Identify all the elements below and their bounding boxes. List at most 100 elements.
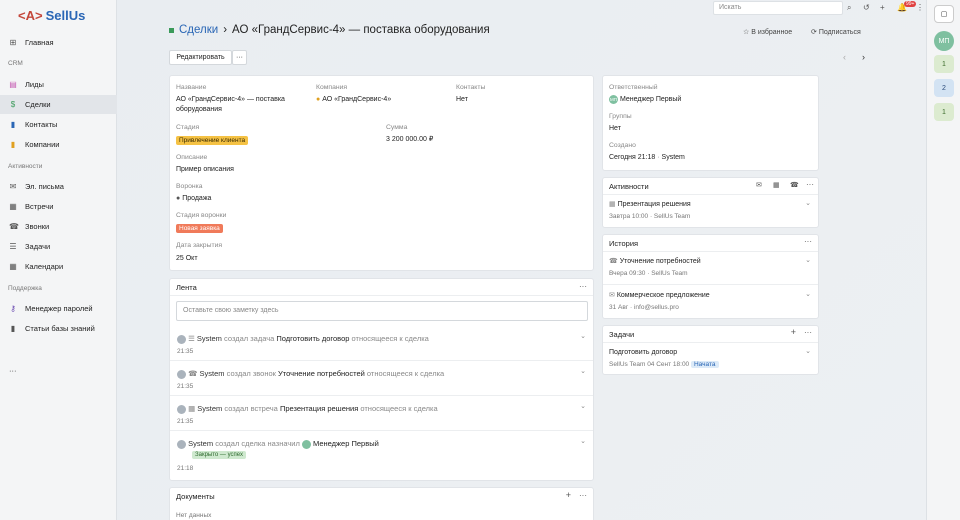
calendar-icon: ▦: [609, 201, 616, 208]
chevron-down-icon[interactable]: ⌄: [580, 402, 586, 410]
sidebar-item-calendars[interactable]: ▦ Календари: [0, 257, 117, 276]
responsible-name: Менеджер Первый: [619, 96, 682, 103]
name-value-line1: АО «ГрандСервис-4» — поставка: [176, 96, 285, 103]
feed-item-text: System создал сделка назначил Менеджер П…: [177, 439, 379, 449]
feed-time: 21:18: [177, 465, 194, 472]
avatar: [177, 334, 186, 344]
funnel-stage-badge[interactable]: Новая заявка: [176, 224, 223, 233]
stage-badge[interactable]: Привлечение клиента: [176, 136, 249, 145]
plus-icon[interactable]: +: [880, 3, 885, 12]
feed-object[interactable]: Презентация решения: [280, 404, 358, 413]
edit-button[interactable]: Редактировать: [169, 50, 232, 65]
chevron-down-icon[interactable]: ⌄: [805, 256, 811, 264]
stage-label: Стадия: [176, 124, 200, 131]
history-time: Вчера 09:30: [609, 270, 646, 277]
chevron-down-icon[interactable]: ⌄: [805, 290, 811, 298]
documents-title: Документы: [176, 492, 215, 501]
sidebar-item-label: Встречи: [25, 202, 54, 211]
sidebar-item-contacts[interactable]: ▮ Контакты: [0, 115, 117, 134]
status-badge: Закрыто — успех: [192, 451, 246, 459]
sidebar-more[interactable]: ···: [0, 361, 117, 380]
sidebar-item-label: Календари: [25, 262, 64, 271]
feed-title: Лента: [170, 279, 593, 296]
history-item[interactable]: ✉ Коммерческое предложение: [609, 291, 710, 301]
feed-item: ☰ System создал задача Подготовить догов…: [170, 326, 593, 361]
phone-icon[interactable]: ☎: [790, 181, 799, 189]
history-icon[interactable]: ↺: [863, 3, 870, 12]
prev-arrow-icon[interactable]: ‹: [843, 52, 846, 62]
sidebar-item-leads[interactable]: ▤ Лиды: [0, 75, 117, 94]
sidebar-item-meetings[interactable]: ▦ Встречи: [0, 197, 117, 216]
sidebar-item-label: Звонки: [25, 222, 50, 231]
key-icon: ⚷: [10, 303, 16, 313]
add-task-icon[interactable]: +: [791, 327, 796, 337]
feed-time: 21:35: [177, 418, 194, 425]
responsible-value[interactable]: МП Менеджер Первый: [609, 95, 681, 105]
feed-time: 21:35: [177, 348, 194, 355]
task-item-title[interactable]: Подготовить договор: [609, 348, 677, 358]
rail-counter[interactable]: 2: [934, 79, 954, 97]
chevron-down-icon[interactable]: ⌄: [805, 347, 811, 355]
feed-tail: относящееся к сделка: [360, 404, 438, 413]
chat-icon[interactable]: ▢: [934, 5, 954, 23]
logo-text: SellUs: [45, 8, 86, 23]
company-name: АО «ГрандСервис-4»: [322, 96, 392, 103]
more-button[interactable]: ···: [232, 50, 247, 65]
description-value: Пример описания: [176, 166, 234, 173]
feed-object[interactable]: Подготовить договор: [276, 334, 349, 343]
app-logo[interactable]: <A> SellUs: [18, 8, 85, 23]
activity-item[interactable]: ▦ Презентация решения: [609, 200, 691, 210]
feed-actor: System: [197, 404, 223, 413]
calendar-icon: ▦: [9, 201, 17, 211]
deal-status-icon: [169, 27, 174, 33]
feed-more-icon[interactable]: ···: [579, 282, 587, 291]
sidebar-item-label: Лиды: [25, 80, 44, 89]
chevron-down-icon[interactable]: ⌄: [580, 437, 586, 445]
rail-counter[interactable]: 1: [934, 55, 954, 73]
mail-icon[interactable]: ✉: [756, 181, 762, 189]
sidebar-item-label: Задачи: [25, 242, 51, 251]
company-value[interactable]: ● АО «ГрандСервис-4»: [316, 95, 391, 105]
subscribe-button[interactable]: ⟳ Подписаться: [811, 28, 861, 36]
feed-object[interactable]: Менеджер Первый: [313, 439, 379, 448]
documents-card: Документы + ··· Нет данных: [169, 487, 594, 520]
history-more-icon[interactable]: ···: [804, 237, 812, 246]
sidebar-item-label: Главная: [25, 38, 54, 47]
history-item[interactable]: ☎ Уточнение потребностей: [609, 257, 701, 267]
breadcrumb-deals[interactable]: Сделки: [179, 24, 218, 36]
history-meta: 31 Авг · info@sellus.pro: [609, 304, 679, 311]
favorite-button[interactable]: ☆ В избранное: [743, 28, 792, 36]
sidebar-item-kb-articles[interactable]: ▮ Статьи базы знаний: [0, 319, 117, 338]
close-date-value: 25 Окт: [176, 255, 198, 262]
search-icon[interactable]: ⌕: [847, 3, 851, 13]
next-arrow-icon[interactable]: ›: [862, 52, 865, 62]
sidebar-item-emails[interactable]: ✉ Эл. письма: [0, 177, 117, 196]
phone-icon: ☎: [9, 221, 19, 231]
chevron-down-icon[interactable]: ⌄: [580, 332, 586, 340]
add-document-icon[interactable]: +: [566, 490, 571, 500]
sidebar-item-tasks[interactable]: ☰ Задачи: [0, 237, 117, 256]
sidebar-item-deals[interactable]: $ Сделки: [0, 95, 117, 114]
calendar-icon[interactable]: ▦: [773, 181, 780, 189]
deal-details-card: Название АО «ГрандСервис-4» — поставка о…: [169, 75, 594, 271]
rail-counter[interactable]: 1: [934, 103, 954, 121]
documents-more-icon[interactable]: ···: [579, 491, 587, 500]
sidebar-item-home[interactable]: ⊞ Главная: [0, 33, 117, 52]
note-input[interactable]: Оставьте свою заметку здесь: [176, 301, 588, 321]
user-avatar[interactable]: МП: [934, 31, 954, 51]
activities-more-icon[interactable]: ···: [806, 180, 814, 189]
kebab-icon[interactable]: ⋮: [916, 3, 924, 12]
chevron-down-icon[interactable]: ⌄: [805, 199, 811, 207]
feed-object[interactable]: Уточнение потребностей: [278, 369, 365, 378]
divider: [603, 284, 818, 285]
activity-meta: Завтра 10:00 · SellUs Team: [609, 213, 691, 220]
search-input[interactable]: Искать: [713, 1, 843, 15]
calendar-icon: ▦: [9, 261, 17, 271]
feed-item: ▦ System создал встреча Презентация реше…: [170, 396, 593, 431]
sidebar-item-companies[interactable]: ▮ Компании: [0, 135, 117, 154]
activities-card: Активности ✉ ▦ ☎ ··· ▦ Презентация решен…: [602, 177, 819, 228]
chevron-down-icon[interactable]: ⌄: [580, 367, 586, 375]
sidebar-item-password-manager[interactable]: ⚷ Менеджер паролей: [0, 299, 117, 318]
sidebar-item-calls[interactable]: ☎ Звонки: [0, 217, 117, 236]
tasks-more-icon[interactable]: ···: [804, 328, 812, 337]
